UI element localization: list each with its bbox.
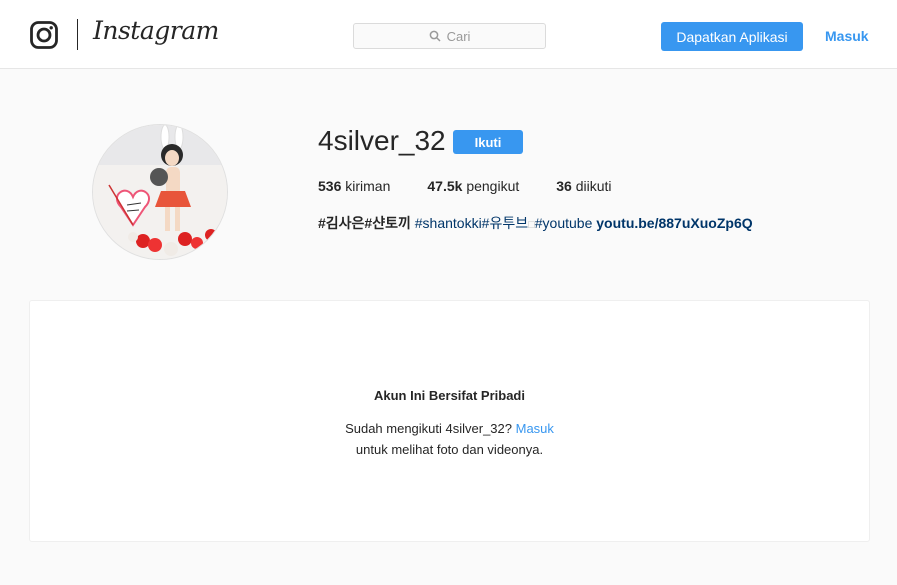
bio-hashtags[interactable]: #shantokki#유투브 [415,215,528,231]
private-login-link[interactable]: Masuk [516,421,554,436]
avatar-figurine-image [93,125,227,259]
private-account-message: Sudah mengikuti 4silver_32? Masuk [30,421,869,436]
logo-divider [77,19,78,50]
profile-username: 4silver_32 [318,125,446,156]
private-account-prefix: Sudah mengikuti 4silver_32? [345,421,512,436]
search-icon [429,30,441,42]
private-account-card: Akun Ini Bersifat Pribadi Sudah mengikut… [29,300,870,542]
profile-bio: #김사은#샨토끼 #shantokki#유투브□#youtube youtu.b… [318,213,753,233]
instagram-camera-icon[interactable] [30,21,58,49]
posts-stat: 536 kiriman [318,178,390,194]
posts-count: 536 [318,178,342,194]
login-link[interactable]: Masuk [825,28,869,44]
profile-avatar [92,124,228,260]
bio-missing-glyph: □ [528,219,535,231]
private-account-subtext: untuk melihat foto dan videonya. [355,442,544,457]
bio-youtube-hashtag[interactable]: #youtube [535,215,593,231]
followers-stat[interactable]: 47.5k pengikut [427,178,519,194]
instagram-wordmark[interactable]: Instagram [93,16,219,45]
private-account-title: Akun Ini Bersifat Pribadi [374,388,525,403]
search-input[interactable]: Cari [353,23,546,49]
search-placeholder: Cari [446,28,471,44]
posts-label: kiriman [345,178,391,194]
following-count: 36 [556,178,572,194]
followers-count: 47.5k [427,178,463,194]
top-navbar: Instagram Cari Dapatkan Aplikasi Masuk [0,0,897,69]
get-app-button[interactable]: Dapatkan Aplikasi [661,22,803,51]
bio-name-tags: #김사은#샨토끼 [318,215,411,231]
bio-external-link[interactable]: youtu.be/887uXuoZp6Q [596,215,752,231]
following-label: diikuti [575,178,612,194]
profile-stats: 536 kiriman 47.5k pengikut 36 diikuti [318,178,649,194]
follow-button[interactable]: Ikuti [453,130,523,154]
followers-label: pengikut [466,178,520,194]
following-stat[interactable]: 36 diikuti [556,178,611,194]
